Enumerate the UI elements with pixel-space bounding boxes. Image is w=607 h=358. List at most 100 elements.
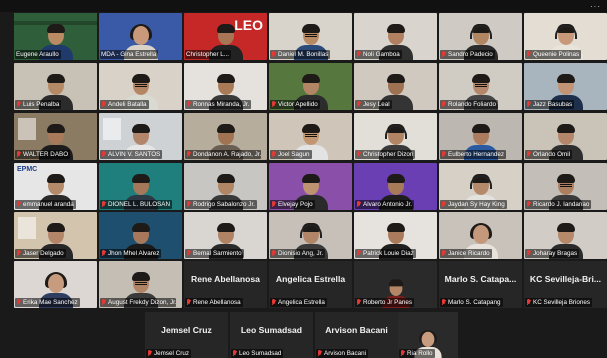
participant-name-label: DIONEL L. BULOSAN [100,200,173,209]
participant-name: Jaser Delgado [23,250,64,257]
participant-tile[interactable]: Erika Mae Sanchez [14,261,97,308]
participant-tile[interactable]: Ricardo J. Iandanao [524,163,607,210]
participant-tile[interactable]: Janice Ricardo [439,212,522,259]
participant-name-label: Erika Mae Sanchez [15,298,80,307]
participant-name-label: Ronnas Miranda, Jr. [185,100,252,109]
mic-muted-icon [441,51,446,58]
participant-tile[interactable]: Rolando Foliardo [439,63,522,110]
mic-muted-icon [101,201,106,208]
participant-name: Jhon Mhel Alvarez [108,250,160,257]
mic-muted-icon [526,101,531,108]
participant-name: Andeli Batalla [108,101,147,108]
participant-tile[interactable]: Jazz Basubas [524,63,607,110]
participant-tile[interactable]: Ronnas Miranda, Jr. [184,63,267,110]
participant-display-name: Marlo S. Catapa... [444,274,517,284]
participant-tile[interactable]: Joel Sagun [269,113,352,160]
participant-tile[interactable]: Christopher Dizon [354,113,437,160]
participant-tile[interactable]: Eugene Araullo [14,13,97,60]
participant-tile[interactable]: LEO Christopher L... [184,13,267,60]
participant-name-label: Bernal Sarmiento [185,249,244,258]
participant-tile[interactable]: Jhon Mhel Alvarez [99,212,182,259]
participant-tile[interactable]: MDA - Gina Estrella [99,13,182,60]
participant-name: Joel Sagun [278,151,310,158]
participant-tile[interactable]: Orlando Omil [524,113,607,160]
participant-name-label: Dionisio Ang, Jr. [270,249,326,258]
mic-muted-icon [271,201,276,208]
participant-tile[interactable]: Queenie Polinas [524,13,607,60]
participant-name: MDA - Gina Estrella [101,51,157,58]
participant-name: August Frekdy Dizon, Jr. [108,299,177,306]
participant-tile[interactable]: Eulberto Hernandez [439,113,522,160]
participant-name-label: Janice Ricardo [440,249,492,258]
mic-muted-icon [441,299,446,306]
participant-tile[interactable]: Arvison Bacani Arvison Bacani [315,312,398,358]
background-logo: EPMC [17,166,38,173]
mic-muted-icon [526,151,531,158]
participant-name-label: Orlando Omil [525,150,573,159]
mic-muted-icon [101,299,106,306]
participant-name-label: WALTER DABO [15,150,71,159]
participant-tile[interactable]: EPMC emmanuel aranda [14,163,97,210]
participant-tile[interactable]: Joharay Bragas [524,212,607,259]
participant-name-label: Angelica Estrella [270,298,327,307]
participant-tile[interactable]: KC Sevilleja-Bri... KC Sevilleja Briones [524,261,607,308]
participant-tile[interactable]: Noli Gamboa [354,13,437,60]
participant-tile[interactable]: Sandro Padecio [439,13,522,60]
participant-name: Bernal Sarmiento [193,250,242,257]
participant-name-label: KC Sevilleja Briones [525,298,593,307]
mic-muted-icon [356,151,361,158]
participant-tile[interactable]: Dionisio Ang, Jr. [269,212,352,259]
participant-tile[interactable]: Rene Abellanosa Rene Abellanosa [184,261,267,308]
participant-name: Jesy Leal [363,101,390,108]
participant-tile[interactable]: Ria Rollo [398,312,458,358]
participant-tile[interactable]: ALVIN V. SANTOS [99,113,182,160]
participant-tile[interactable]: Luis Penalba [14,63,97,110]
participant-tile[interactable]: Roberto Jr Panes [354,261,437,308]
participant-tile[interactable]: Jaser Delgado [14,212,97,259]
participant-tile[interactable]: Jesy Leal [354,63,437,110]
participant-tile[interactable]: Elvejay Pojo [269,163,352,210]
participant-name-label: Ricardo J. Iandanao [525,200,592,209]
participant-name: Luis Penalba [23,101,60,108]
participant-tile[interactable]: Victor Apellido [269,63,352,110]
participant-tile[interactable]: Marlo S. Catapa... Marlo S. Catapang [439,261,522,308]
mic-muted-icon [16,201,21,208]
participant-tile[interactable]: Patrick Louie Diaz [354,212,437,259]
participant-name-label: Jhon Mhel Alvarez [100,249,162,258]
participant-tile[interactable]: Jemsel Cruz Jemsel Cruz [145,312,228,358]
participant-name: Orlando Omil [533,151,571,158]
mic-muted-icon [526,299,531,306]
participant-name-label: Victor Apellido [270,100,320,109]
more-options-icon[interactable]: ··· [590,2,601,11]
participant-name: Noli Gamboa [363,51,400,58]
participant-name-label: Roberto Jr Panes [355,298,415,307]
participant-tile[interactable]: Angelica Estrella Angelica Estrella [269,261,352,308]
participant-name: Janice Ricardo [448,250,490,257]
participant-name-label: Rene Abellanosa [185,298,243,307]
participant-tile[interactable]: Rodrigo Sabalonzo Jr. [184,163,267,210]
participant-name: DIONEL L. BULOSAN [108,201,171,208]
participant-tile[interactable]: Alvaro Antonio Jr. [354,163,437,210]
participant-tile[interactable]: DIONEL L. BULOSAN [99,163,182,210]
participant-name: Patrick Louie Diaz [363,250,414,257]
participant-tile[interactable]: Leo Sumadsad Leo Sumadsad [230,312,313,358]
participant-name: Victor Apellido [278,101,318,108]
participant-tile[interactable]: Dondanon A. Rajado, Jr. [184,113,267,160]
participant-name-label: MDA - Gina Estrella [100,50,159,59]
participant-display-name: KC Sevilleja-Bri... [529,274,602,284]
participant-tile[interactable]: Bernal Sarmiento [184,212,267,259]
background-window [18,118,36,140]
participant-tile[interactable]: WALTER DABO [14,113,97,160]
participant-tile[interactable]: Daniel M. Bonillas [269,13,352,60]
mic-muted-icon [441,101,446,108]
participant-tile[interactable]: August Frekdy Dizon, Jr. [99,261,182,308]
participant-name: Rolando Foliardo [448,101,496,108]
mic-muted-icon [526,51,531,58]
participant-name-label: Ria Rollo [399,349,435,358]
mic-muted-icon [101,250,106,257]
participant-name: Rene Abellanosa [193,299,241,306]
participant-name: Ronnas Miranda, Jr. [193,101,250,108]
top-bar: ··· [0,0,607,12]
participant-tile[interactable]: Andeli Batalla [99,63,182,110]
participant-tile[interactable]: Jaydan Sy Hay King [439,163,522,210]
